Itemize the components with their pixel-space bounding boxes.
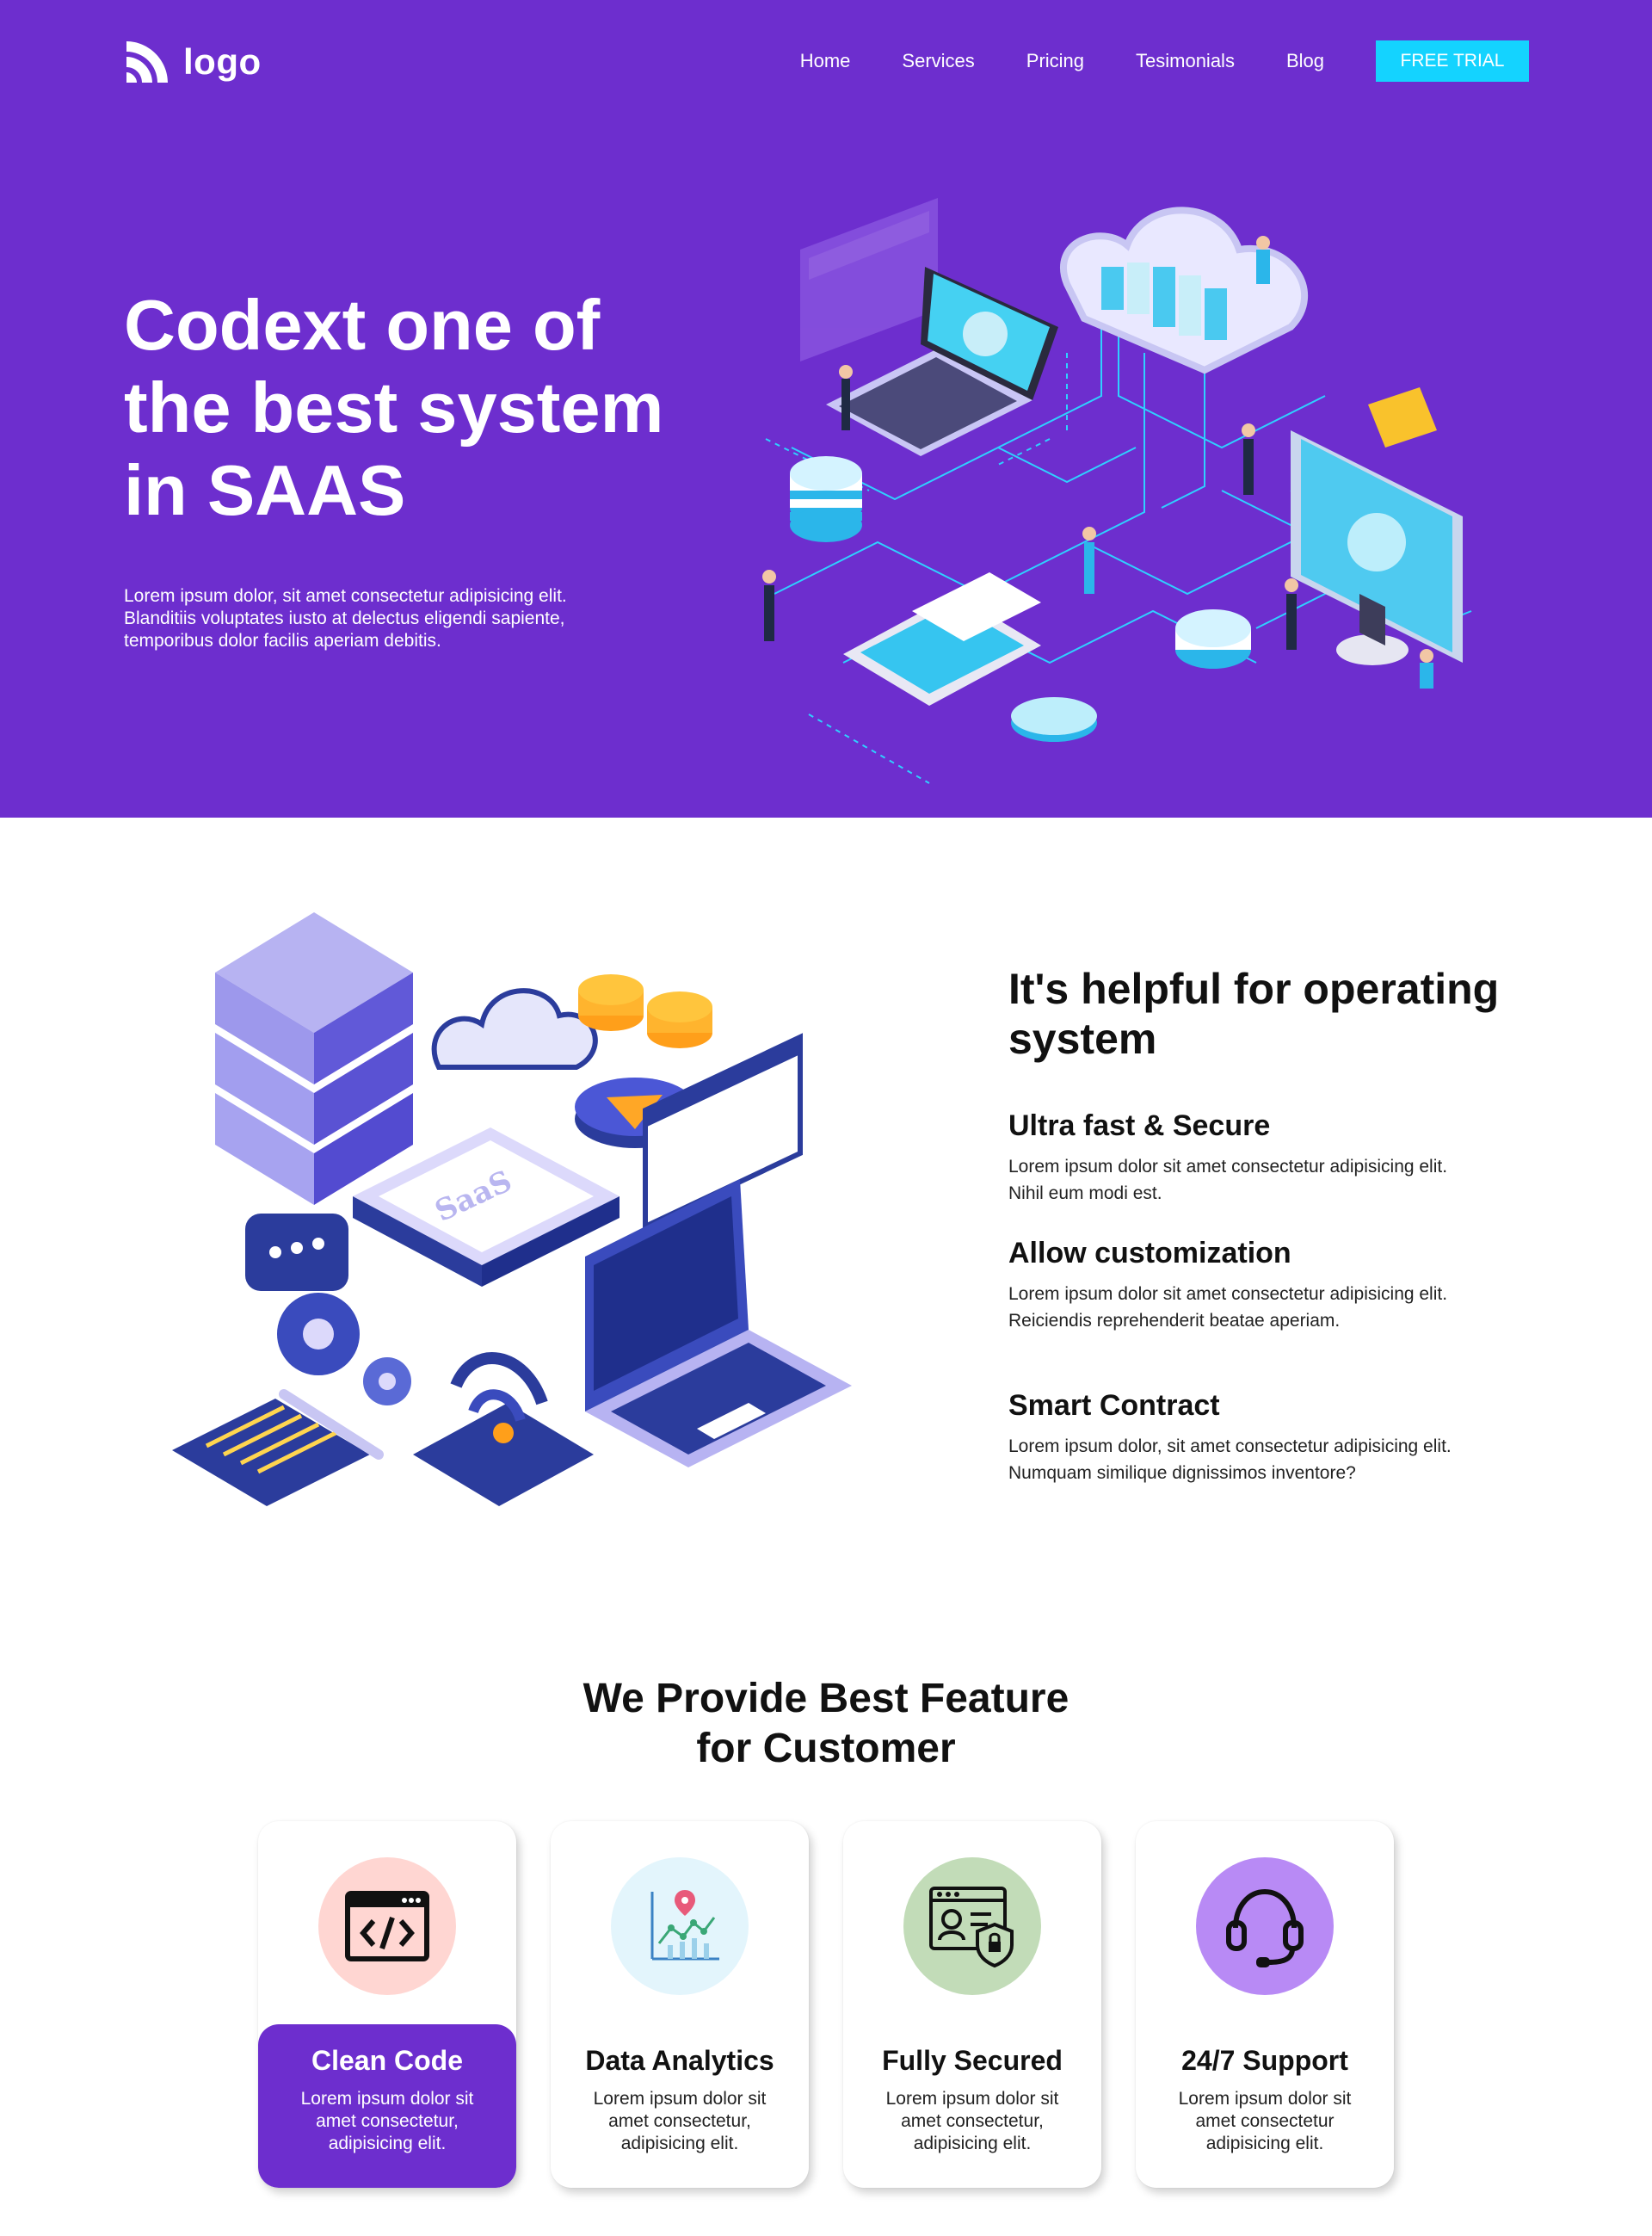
logo-mark-icon [126, 41, 168, 83]
chat-bubble-graphic [245, 1214, 348, 1291]
feature-card-data-analytics[interactable]: Data Analytics Lorem ipsum dolor sit ame… [551, 1821, 809, 2188]
secure-profile-icon [929, 1887, 1014, 1968]
folder-graphic [1368, 387, 1437, 448]
card-body: Data Analytics Lorem ipsum dolor sit ame… [551, 2024, 809, 2188]
cloud-network-illustration [762, 198, 1472, 784]
nav-link-home[interactable]: Home [800, 42, 851, 80]
card-title: 24/7 Support [1181, 2045, 1348, 2076]
cloud-servers-graphic [1060, 207, 1309, 374]
best-features-title-line1: We Provide Best Feature [583, 1676, 1069, 1721]
cloud-graphic [431, 988, 598, 1070]
feature-cards: Clean Code Lorem ipsum dolor sit amet co… [258, 1821, 1394, 2188]
feature-item: Smart Contract Lorem ipsum dolor, sit am… [1008, 1388, 1456, 1486]
notepad-graphic [172, 1389, 384, 1506]
feature-item-text: Lorem ipsum dolor, sit amet consectetur … [1008, 1436, 1452, 1483]
feature-item: Ultra fast & Secure Lorem ipsum dolor si… [1008, 1109, 1456, 1207]
card-title: Data Analytics [585, 2045, 774, 2076]
platform-graphic [1011, 697, 1097, 742]
laptop-graphic-2 [585, 1179, 852, 1467]
icon-circle [611, 1857, 749, 1995]
hero-section: logo Home Services Pricing Tesimonials B… [0, 0, 1652, 818]
free-trial-button[interactable]: FREE TRIAL [1376, 40, 1529, 82]
feature-item-title: Allow customization [1008, 1237, 1291, 1269]
coins-graphic [578, 974, 712, 1048]
wifi-tablet-graphic [413, 1352, 594, 1506]
nav-link-testimonials[interactable]: Tesimonials [1136, 42, 1235, 80]
monitor-graphic [1291, 430, 1463, 665]
database-disc-graphic [1175, 609, 1251, 669]
nav-link-pricing[interactable]: Pricing [1026, 42, 1084, 80]
gears-graphic [277, 1293, 411, 1405]
card-text: Lorem ipsum dolor sit amet consectetur, … [593, 2089, 767, 2153]
feature-card-fully-secured[interactable]: Fully Secured Lorem ipsum dolor sit amet… [843, 1821, 1101, 2188]
card-text: Lorem ipsum dolor sit amet consectetur, … [885, 2089, 1059, 2153]
icon-circle [1196, 1857, 1334, 1995]
code-panel-graphic [800, 198, 938, 361]
feature-card-support[interactable]: 24/7 Support Lorem ipsum dolor sit amet … [1136, 1821, 1394, 2188]
card-text: Lorem ipsum dolor sit amet consectetur a… [1178, 2089, 1352, 2153]
database-graphic [790, 456, 862, 542]
code-window-icon [345, 1891, 429, 1961]
feature-item-title: Ultra fast & Secure [1008, 1109, 1271, 1142]
hero-description: Lorem ipsum dolor, sit amet consectetur … [124, 586, 567, 651]
analytics-chart-icon [650, 1890, 719, 1961]
card-body: 24/7 Support Lorem ipsum dolor sit amet … [1136, 2024, 1394, 2188]
feature-item: Allow customization Lorem ipsum dolor si… [1008, 1236, 1456, 1334]
icon-circle [903, 1857, 1041, 1995]
saas-illustration: SaaS [172, 912, 852, 1506]
icon-circle [318, 1857, 456, 1995]
feature-item-text: Lorem ipsum dolor sit amet consectetur a… [1008, 1157, 1448, 1203]
card-body: Clean Code Lorem ipsum dolor sit amet co… [258, 2024, 516, 2188]
card-title: Fully Secured [882, 2045, 1063, 2076]
hero-title: Codext one of the best system in SAAS [124, 285, 664, 530]
phone-workspace-graphic [843, 572, 1041, 706]
card-body: Fully Secured Lorem ipsum dolor sit amet… [843, 2024, 1101, 2188]
nav-link-blog[interactable]: Blog [1286, 42, 1324, 80]
logo-text: logo [183, 41, 262, 82]
best-features-title: We Provide Best Feature for Customer [0, 1674, 1652, 1774]
headset-icon [1226, 1888, 1304, 1967]
logo[interactable]: logo [123, 38, 262, 86]
nav-link-services[interactable]: Services [902, 42, 974, 80]
feature-item-title: Smart Contract [1008, 1389, 1220, 1422]
server-stack-graphic [215, 912, 413, 1205]
card-title: Clean Code [311, 2045, 464, 2076]
main-nav: Home Services Pricing Tesimonials Blog F… [800, 40, 1529, 82]
best-features-title-line2: for Customer [696, 1726, 956, 1771]
feature-card-clean-code[interactable]: Clean Code Lorem ipsum dolor sit amet co… [258, 1821, 516, 2188]
feature-item-text: Lorem ipsum dolor sit amet consectetur a… [1008, 1284, 1448, 1331]
section-title: It's helpful for operating system [1008, 965, 1500, 1063]
card-text: Lorem ipsum dolor sit amet consectetur, … [300, 2089, 474, 2153]
